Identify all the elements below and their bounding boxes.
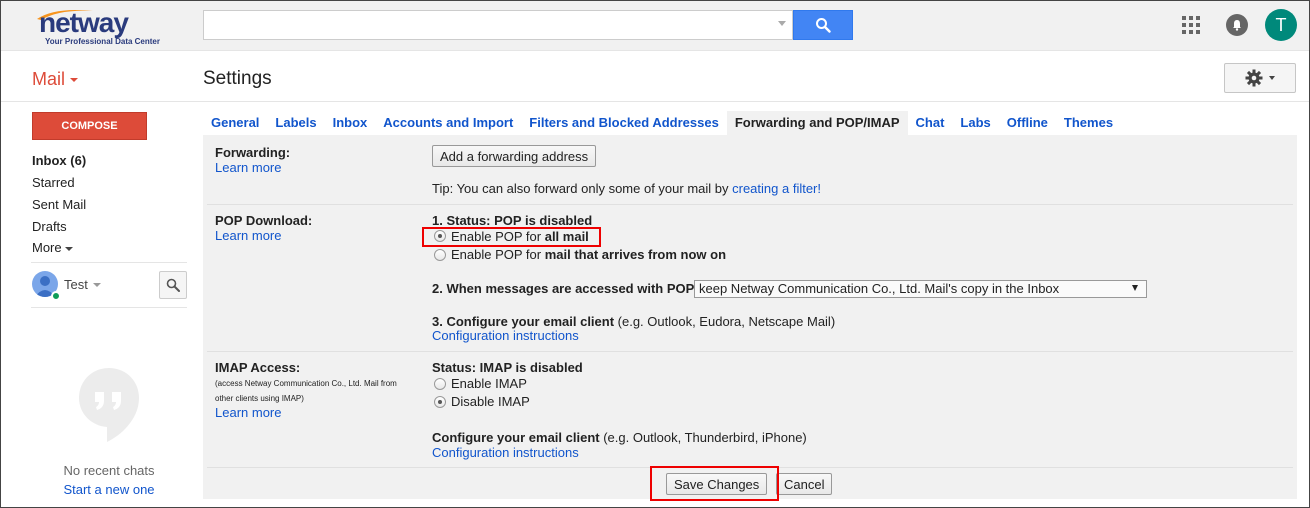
forwarding-label: Forwarding:	[215, 145, 291, 160]
pop-access-label: 2. When messages are accessed with POP	[432, 281, 695, 296]
pop-access-select-value: keep Netway Communication Co., Ltd. Mail…	[699, 281, 1060, 296]
imap-disable-radio[interactable]	[434, 396, 446, 408]
settings-gear-button[interactable]	[1224, 63, 1296, 93]
imap-status: Status: IMAP is disabled	[432, 360, 583, 375]
app-switcher-label: Mail	[32, 69, 66, 89]
pop-status: 1. Status: POP is disabled	[432, 213, 593, 228]
tab-forwarding-and-pop-imap[interactable]: Forwarding and POP/IMAP	[726, 111, 908, 135]
divider	[31, 307, 187, 308]
cancel-button[interactable]: Cancel	[776, 473, 833, 495]
notifications-icon[interactable]	[1226, 14, 1248, 36]
pop-learn-more-link[interactable]: Learn more	[215, 228, 281, 243]
forwarding-tip: Tip: You can also forward only some of y…	[432, 181, 821, 196]
divider	[31, 262, 187, 263]
compose-button[interactable]: COMPOSE	[32, 112, 147, 140]
netway-logo[interactable]: netway Your Professional Data Center	[33, 7, 173, 49]
search-options-caret-icon[interactable]	[778, 21, 786, 26]
sidebar-item-sent-mail[interactable]: Sent Mail	[32, 197, 86, 212]
top-header: netway Your Professional Data Center T	[1, 1, 1309, 51]
imap-disable-label[interactable]: Disable IMAP	[451, 394, 530, 409]
divider	[207, 204, 1293, 205]
chat-search-icon	[166, 278, 180, 292]
pop-configure-text: 3. Configure your email client (e.g. Out…	[432, 314, 835, 329]
add-forwarding-address-button[interactable]: Add a forwarding address	[432, 145, 597, 167]
tab-offline[interactable]: Offline	[999, 111, 1056, 135]
pop-new-mail-label-prefix: Enable POP for	[451, 247, 545, 262]
tab-chat[interactable]: Chat	[908, 111, 953, 135]
pop-configure-rest: (e.g. Outlook, Eudora, Netscape Mail)	[614, 314, 836, 329]
chevron-down-icon[interactable]	[93, 283, 101, 287]
pop-download-label: POP Download:	[215, 213, 313, 228]
search-icon	[816, 18, 831, 33]
sidebar-item-starred[interactable]: Starred	[32, 175, 75, 190]
account-avatar[interactable]: T	[1265, 9, 1297, 41]
app-window: netway Your Professional Data Center T M…	[0, 0, 1310, 508]
chat-search-button[interactable]	[159, 271, 187, 299]
no-recent-chats-text: No recent chats	[63, 463, 155, 478]
creating-filter-link[interactable]: creating a filter!	[732, 181, 821, 196]
online-status-dot	[51, 291, 61, 301]
pop-access-select[interactable]: keep Netway Communication Co., Ltd. Mail…	[694, 280, 1147, 298]
imap-enable-radio[interactable]	[434, 378, 446, 390]
imap-configure-rest: (e.g. Outlook, Thunderbird, iPhone)	[599, 430, 807, 445]
settings-tabs: General Labels Inbox Accounts and Import…	[203, 111, 1121, 135]
sidebar-item-inbox[interactable]: Inbox (6)	[32, 153, 86, 168]
search-button[interactable]	[793, 10, 853, 40]
chevron-down-icon	[64, 246, 73, 251]
imap-configuration-instructions-link[interactable]: Configuration instructions	[432, 445, 579, 460]
sidebar-item-more[interactable]: More	[32, 240, 73, 255]
page-title: Settings	[203, 68, 272, 89]
chevron-down-icon	[1269, 76, 1275, 80]
chat-user-row: Test	[31, 269, 187, 303]
pop-configuration-instructions-link[interactable]: Configuration instructions	[432, 328, 579, 343]
pop-configure-bold: 3. Configure your email client	[432, 314, 615, 329]
forwarding-tip-text: Tip: You can also forward only some of y…	[432, 181, 733, 196]
apps-grid-icon[interactable]	[1182, 16, 1200, 34]
highlight-box	[422, 227, 601, 247]
pop-new-mail-label-bold: mail that arrives from now on	[544, 247, 727, 262]
highlight-box	[650, 466, 779, 501]
divider	[207, 351, 1293, 352]
subheader: Mail Settings	[1, 52, 1309, 102]
imap-access-note: (access Netway Communication Co., Ltd. M…	[215, 379, 397, 403]
gear-icon	[1245, 69, 1263, 87]
imap-configure-bold: Configure your email client	[432, 430, 600, 445]
pop-new-mail-label[interactable]: Enable POP for mail that arrives from no…	[451, 247, 726, 262]
search-input[interactable]	[203, 10, 793, 40]
tab-inbox[interactable]: Inbox	[325, 111, 376, 135]
logo-wordmark: netway	[39, 7, 129, 38]
imap-access-label: IMAP Access:	[215, 360, 301, 375]
logo-tagline: Your Professional Data Center	[45, 37, 160, 46]
imap-enable-label[interactable]: Enable IMAP	[451, 376, 527, 391]
chat-user-name[interactable]: Test	[64, 277, 88, 292]
sidebar-item-more-label: More	[32, 240, 62, 255]
start-new-chat-link[interactable]: Start a new one	[31, 482, 187, 497]
bell-icon	[1233, 20, 1241, 31]
tab-filters-and-blocked-addresses[interactable]: Filters and Blocked Addresses	[521, 111, 727, 135]
hangouts-icon	[79, 368, 139, 442]
chevron-down-icon	[70, 78, 79, 83]
imap-configure-text: Configure your email client (e.g. Outloo…	[432, 430, 807, 445]
app-switcher[interactable]: Mail	[32, 69, 79, 90]
tab-themes[interactable]: Themes	[1056, 111, 1121, 135]
forwarding-learn-more-link[interactable]: Learn more	[215, 160, 281, 175]
sidebar-item-drafts[interactable]: Drafts	[32, 219, 67, 234]
tab-labels[interactable]: Labels	[267, 111, 324, 135]
tab-general[interactable]: General	[203, 111, 267, 135]
tab-accounts-and-import[interactable]: Accounts and Import	[375, 111, 521, 135]
pop-new-mail-radio[interactable]	[434, 249, 446, 261]
tab-labs[interactable]: Labs	[952, 111, 998, 135]
imap-learn-more-link[interactable]: Learn more	[215, 405, 281, 420]
dropdown-arrow-icon	[1132, 285, 1138, 291]
